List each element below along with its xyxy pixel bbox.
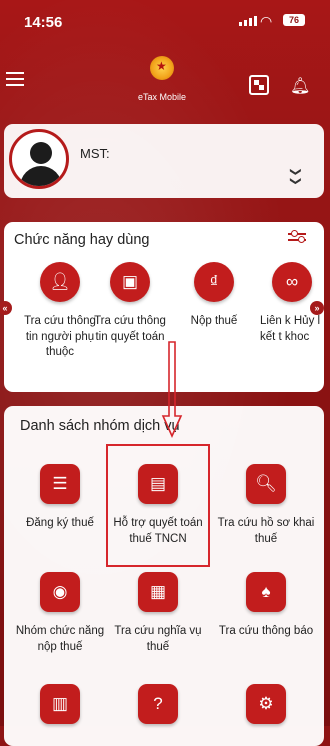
search-file-icon: 🔍︎ bbox=[246, 464, 286, 504]
service-item-8[interactable]: ? bbox=[108, 684, 208, 724]
menu-icon[interactable] bbox=[6, 72, 24, 90]
status-bar: 14:56 ◠ 76 bbox=[0, 0, 330, 40]
bell-icon[interactable]: 🔔︎ bbox=[290, 76, 310, 96]
service-payment-group[interactable]: ◉ Nhóm chức năng nộp thuế bbox=[12, 572, 108, 655]
qr-scan-icon[interactable] bbox=[249, 75, 269, 95]
mst-label: MST: bbox=[80, 146, 110, 161]
service-obligation-lookup[interactable]: ▦ Tra cứu nghĩa vụ thuế bbox=[108, 572, 208, 655]
signal-icon bbox=[239, 16, 257, 26]
link-icon: ∞ bbox=[272, 262, 312, 302]
avatar bbox=[9, 129, 69, 189]
favorites-title: Chức năng hay dùng bbox=[14, 232, 150, 248]
notification-search-icon: ♠ bbox=[246, 572, 286, 612]
register-tax-icon: ☰ bbox=[40, 464, 80, 504]
calculator-icon: ▥ bbox=[40, 684, 80, 724]
tax-obligation-icon: ▦ bbox=[138, 572, 178, 612]
tax-payment-group-icon: ◉ bbox=[40, 572, 80, 612]
service-search-file[interactable]: 🔍︎ Tra cứu hồ sơ khai thuế bbox=[216, 464, 316, 547]
customize-icon[interactable] bbox=[288, 230, 306, 245]
fav-item-settlement-lookup[interactable]: ▣ Tra cứu thông tin quyết toán bbox=[90, 262, 170, 345]
help-icon: ? bbox=[138, 684, 178, 724]
settings-icon: ⚙ bbox=[246, 684, 286, 724]
service-label: Nhóm chức năng nộp thuế bbox=[15, 625, 105, 653]
highlight-box bbox=[106, 444, 210, 567]
service-label: Đăng ký thuế bbox=[26, 517, 94, 529]
service-label: Tra cứu thông báo bbox=[218, 625, 314, 637]
annotation-arrow bbox=[161, 341, 183, 438]
wifi-icon: ◠ bbox=[260, 13, 273, 29]
scroll-right-icon[interactable]: » bbox=[310, 301, 324, 315]
profile-card[interactable]: MST: ❯❯ bbox=[4, 124, 324, 198]
chevron-down-icon[interactable]: ❯❯ bbox=[290, 167, 303, 185]
pay-tax-icon: ₫ bbox=[194, 262, 234, 302]
fav-item-label: Tra cứu thông tin quyết toán bbox=[94, 315, 166, 343]
fav-item-dependent-lookup[interactable]: 👤︎ Tra cứu thông tin người phụ thuộc bbox=[20, 262, 100, 361]
service-notification-lookup[interactable]: ♠ Tra cứu thông báo bbox=[216, 572, 316, 640]
user-search-icon: 👤︎ bbox=[40, 262, 80, 302]
service-label: Tra cứu nghĩa vụ thuế bbox=[114, 625, 202, 653]
service-label: Tra cứu hồ sơ khai thuế bbox=[217, 517, 315, 545]
document-search-icon: ▣ bbox=[110, 262, 150, 302]
service-item-7[interactable]: ▥ bbox=[12, 684, 108, 724]
service-register-tax[interactable]: ☰ Đăng ký thuế bbox=[12, 464, 108, 532]
emblem-logo bbox=[150, 56, 174, 80]
app-title: eTax Mobile bbox=[137, 92, 187, 102]
scroll-left-icon[interactable]: « bbox=[0, 301, 12, 315]
services-title: Danh sách nhóm dịch vụ bbox=[20, 418, 180, 434]
fav-item-pay-tax[interactable]: ₫ Nộp thuế bbox=[174, 262, 254, 330]
clock: 14:56 bbox=[24, 14, 63, 31]
battery-icon: 76 bbox=[283, 14, 305, 26]
fav-item-label: Liên k Hủy l kết t khoc bbox=[260, 315, 321, 343]
fav-item-label: Nộp thuế bbox=[190, 315, 238, 327]
service-item-9[interactable]: ⚙ bbox=[216, 684, 316, 724]
fav-item-label: Tra cứu thông tin người phụ thuộc bbox=[24, 315, 96, 358]
app-header: eTax Mobile 🔔︎ bbox=[0, 50, 330, 110]
